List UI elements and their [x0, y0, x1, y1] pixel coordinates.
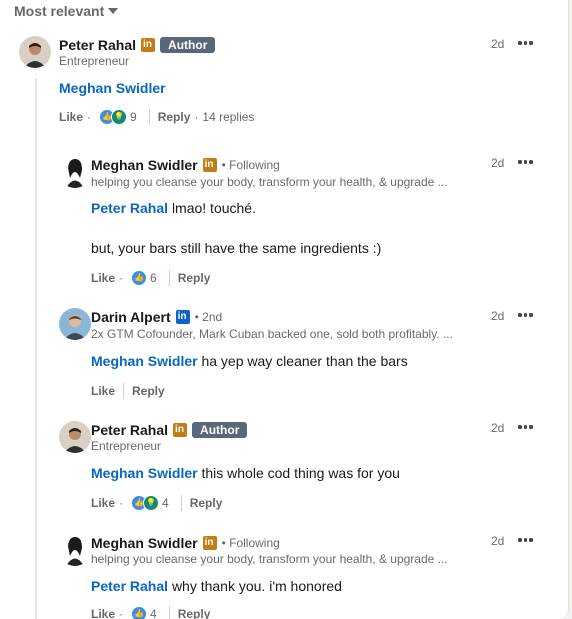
mention-link[interactable]: Meghan Swidler: [91, 353, 198, 369]
author-badge: Author: [192, 422, 248, 438]
comment-time: 2d: [491, 421, 505, 435]
comment-text: Meghan Swidler: [59, 78, 166, 98]
reply-button[interactable]: Reply: [158, 110, 191, 124]
reaction-count: 9: [130, 110, 137, 124]
reaction-count: 4: [150, 607, 157, 619]
linkedin-premium-icon: in: [202, 536, 217, 550]
divider: [148, 109, 150, 125]
comment-body: this whole cod thing was for you: [201, 465, 400, 481]
avatar[interactable]: [59, 421, 91, 453]
replies-count-link[interactable]: 14 replies: [202, 110, 254, 124]
comment-body: lmao! touché.: [171, 200, 256, 216]
comment-time: 2d: [491, 309, 505, 323]
comment-actions: Like · 👍 6 Reply: [91, 270, 211, 286]
insightful-reaction-icon: 💡: [143, 495, 160, 511]
commenter-name[interactable]: Meghan Swidler: [91, 157, 198, 173]
comment-body: why thank you. i'm honored: [171, 578, 342, 594]
comment-time: 2d: [491, 534, 505, 548]
comment-body: ha yep way cleaner than the bars: [201, 353, 408, 369]
comment-actions: Like · 👍 4 Reply: [91, 606, 210, 619]
mention-link[interactable]: Peter Rahal: [91, 200, 168, 216]
like-button[interactable]: Like: [91, 496, 115, 510]
like-button[interactable]: Like: [91, 607, 115, 619]
more-options-icon[interactable]: [518, 425, 534, 429]
linkedin-premium-icon: in: [173, 423, 188, 437]
commenter-headline: 2x GTM Cofounder, Mark Cuban backed one,…: [91, 327, 453, 341]
avatar[interactable]: [59, 308, 91, 340]
commenter-headline: Entrepreneur: [91, 439, 162, 453]
commenter-headline: helping you cleanse your body, transform…: [91, 175, 448, 189]
linkedin-premium-icon: in: [141, 38, 156, 52]
caret-down-icon: [108, 8, 119, 14]
like-reaction-icon: 👍: [131, 270, 148, 286]
avatar[interactable]: [19, 36, 51, 68]
reply-button[interactable]: Reply: [178, 271, 211, 285]
like-button[interactable]: Like: [59, 110, 83, 124]
commenter-headline: helping you cleanse your body, transform…: [91, 552, 448, 566]
comment-text: Meghan Swidler this whole cod thing was …: [91, 463, 400, 483]
comment-text-line2: but, your bars still have the same ingre…: [91, 240, 382, 256]
reaction-summary[interactable]: 👍 4: [131, 606, 157, 619]
commenter-name[interactable]: Meghan Swidler: [91, 535, 198, 551]
connection-meta: • Following: [221, 158, 280, 172]
mention-link[interactable]: Peter Rahal: [91, 578, 168, 594]
avatar[interactable]: [59, 156, 91, 188]
reaction-count: 6: [150, 271, 157, 285]
mention-link[interactable]: Meghan Swidler: [91, 465, 198, 481]
sort-label: Most relevant: [14, 3, 105, 19]
like-button[interactable]: Like: [91, 271, 115, 285]
divider: [180, 495, 182, 511]
insightful-reaction-icon: 💡: [111, 109, 128, 125]
thread-line: [35, 78, 37, 619]
more-options-icon[interactable]: [518, 313, 534, 317]
linkedin-premium-icon: in: [202, 158, 217, 172]
reaction-count: 4: [162, 496, 169, 510]
linkedin-icon: in: [175, 310, 190, 324]
sort-dropdown[interactable]: Most relevant: [14, 3, 119, 19]
like-button[interactable]: Like: [91, 384, 115, 398]
more-options-icon[interactable]: [518, 160, 534, 164]
commenter-name[interactable]: Darin Alpert: [91, 309, 171, 325]
comment-time: 2d: [491, 37, 505, 51]
commenter-name[interactable]: Peter Rahal: [91, 422, 168, 438]
reply-button[interactable]: Reply: [190, 496, 223, 510]
divider: [123, 383, 125, 399]
comment-actions: Like · 👍 💡 9 Reply · 14 replies: [59, 109, 255, 125]
comment-text: Peter Rahal why thank you. i'm honored: [91, 576, 342, 596]
reaction-summary[interactable]: 👍 6: [131, 270, 157, 286]
mention-link[interactable]: Meghan Swidler: [59, 80, 166, 96]
comment-actions: Like Reply: [91, 383, 165, 399]
more-options-icon[interactable]: [518, 41, 534, 45]
divider: [168, 606, 170, 619]
like-reaction-icon: 👍: [131, 606, 148, 619]
comment-text: Peter Rahal lmao! touché.: [91, 198, 256, 218]
reply-button[interactable]: Reply: [178, 607, 211, 619]
reaction-summary[interactable]: 👍 💡 9: [99, 109, 137, 125]
more-options-icon[interactable]: [518, 538, 534, 542]
connection-meta: • Following: [221, 536, 280, 550]
reaction-summary[interactable]: 👍 💡 4: [131, 495, 169, 511]
author-badge: Author: [160, 37, 216, 53]
reply-button[interactable]: Reply: [132, 384, 165, 398]
commenter-headline: Entrepreneur: [59, 54, 130, 68]
comment-time: 2d: [491, 156, 505, 170]
commenter-name[interactable]: Peter Rahal: [59, 37, 136, 53]
connection-meta: • 2nd: [194, 310, 223, 324]
comment-text: Meghan Swidler ha yep way cleaner than t…: [91, 351, 408, 371]
divider: [168, 270, 170, 286]
comment-actions: Like · 👍 💡 4 Reply: [91, 495, 223, 511]
comments-card: Most relevant Peter Rahal in Author Entr…: [0, 0, 569, 619]
avatar[interactable]: [59, 534, 91, 566]
